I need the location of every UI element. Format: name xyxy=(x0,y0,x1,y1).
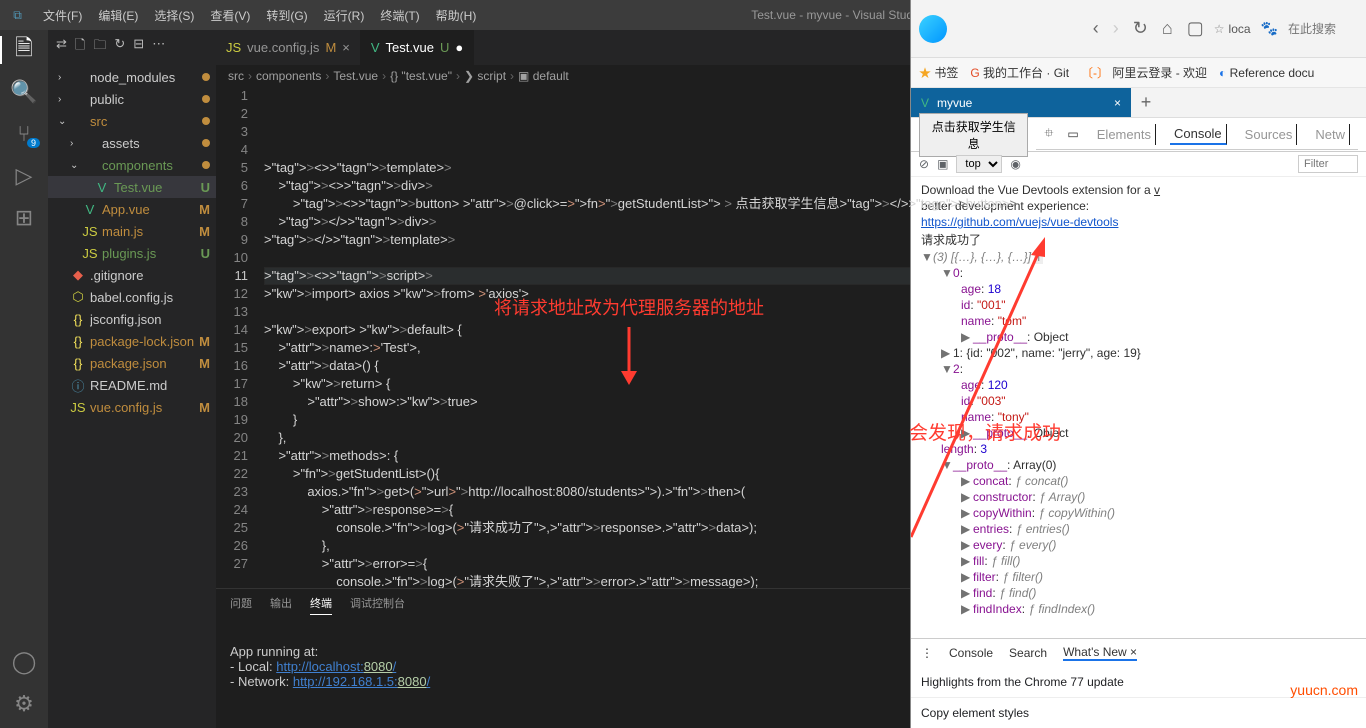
search-input[interactable] xyxy=(1288,22,1358,36)
code-lines[interactable]: 将请求地址改为代理服务器的地址 >"tag">><>>"tagn">>templ… xyxy=(264,87,1366,588)
arrow-icon-2 xyxy=(911,227,1061,547)
reload-icon[interactable]: ↻ xyxy=(1133,18,1148,39)
tree-row[interactable]: ⬡babel.config.js xyxy=(48,286,216,308)
panel-tab[interactable]: 调试控制台 xyxy=(350,595,405,615)
explorer-icon[interactable]: 🗎 xyxy=(12,38,36,62)
device-icon[interactable]: ▭ xyxy=(1067,127,1078,141)
watermark: yuucn.com xyxy=(1290,682,1358,698)
vscode-logo-icon: ⧉ xyxy=(0,8,35,23)
editor-tab[interactable]: VTest.vueU● xyxy=(361,30,474,65)
forward-icon[interactable]: › xyxy=(1113,18,1119,39)
tree-row[interactable]: JSmain.jsM xyxy=(48,220,216,242)
page-content: 点击获取学生信息 ⯐ ▭ ElementsConsoleSourcesNetw xyxy=(911,118,1366,152)
tree-row[interactable]: JSplugins.jsU xyxy=(48,242,216,264)
tree-row[interactable]: ›assets xyxy=(48,132,216,154)
devtools-tab[interactable]: Elements xyxy=(1093,124,1156,145)
panel-tab[interactable]: 输出 xyxy=(270,595,292,615)
menu-item[interactable]: 查看(V) xyxy=(202,7,258,24)
tree-row[interactable]: ⌄src xyxy=(48,110,216,132)
menu-item[interactable]: 终端(T) xyxy=(372,7,427,24)
menu-item[interactable]: 文件(F) xyxy=(35,7,90,24)
bookmark-item[interactable]: G 我的工作台 · Git xyxy=(970,64,1069,81)
settings-gear-icon[interactable]: ⚙ xyxy=(12,692,36,716)
bookmark-item[interactable]: 〔-〕 阿里云登录 - 欢迎 xyxy=(1081,64,1207,81)
menu-item[interactable]: 编辑(E) xyxy=(90,7,146,24)
tree-row[interactable]: VTest.vueU xyxy=(48,176,216,198)
bookmark-item[interactable]: ◐ Reference docu xyxy=(1219,66,1314,80)
back-icon[interactable]: ‹ xyxy=(1093,18,1099,39)
source-control-icon[interactable]: ⑂9 xyxy=(12,122,36,146)
run-debug-icon[interactable]: ▷ xyxy=(12,164,36,188)
tree-row[interactable]: {}jsconfig.json xyxy=(48,308,216,330)
network-url[interactable]: http://192.168.1.5: xyxy=(293,674,398,689)
browser-logo-icon[interactable] xyxy=(919,15,947,43)
home-icon[interactable]: ⌂ xyxy=(1162,18,1173,39)
reader-icon[interactable]: ▢ xyxy=(1187,18,1204,39)
annotation-text-1: 将请求地址改为代理服务器的地址 xyxy=(494,299,764,317)
code-editor[interactable]: 1234567891011121314151617181920212223242… xyxy=(216,87,1366,588)
devtools-header: ⯐ ▭ Elements Console Sources Netw xyxy=(1036,120,1358,150)
close-icon[interactable]: × xyxy=(1130,645,1137,659)
get-student-button[interactable]: 点击获取学生信息 xyxy=(919,113,1028,157)
menu-bar: 文件(F)编辑(E)选择(S)查看(V)转到(G)运行(R)终端(T)帮助(H) xyxy=(35,7,484,24)
menu-item[interactable]: 选择(S) xyxy=(146,7,202,24)
toggle-icon[interactable]: ⇄ xyxy=(56,36,67,58)
collapse-icon[interactable]: ⊟ xyxy=(133,36,144,58)
close-icon[interactable]: × xyxy=(342,40,350,55)
drawer-menu-icon[interactable]: ⋮ xyxy=(921,646,933,660)
highlight-2: Copy element styles xyxy=(911,697,1366,728)
devtools-tab[interactable]: Netw xyxy=(1311,124,1350,145)
more-icon[interactable]: ⋯ xyxy=(152,36,165,58)
tree-row[interactable]: JSvue.config.jsM xyxy=(48,396,216,418)
address-bar[interactable]: ☆ loca xyxy=(1214,22,1251,36)
terminal-line: App running at: xyxy=(230,644,318,659)
inspect-icon[interactable]: ⯐ xyxy=(1044,124,1053,145)
new-tab-button[interactable]: + xyxy=(1131,88,1161,117)
tree-row[interactable]: ⌄components xyxy=(48,154,216,176)
devtools-tab[interactable]: Console xyxy=(1170,124,1227,145)
menu-item[interactable]: 帮助(H) xyxy=(428,7,485,24)
search-icon[interactable]: 🔍 xyxy=(12,80,36,104)
new-folder-icon[interactable]: 🗀 xyxy=(93,36,106,58)
bookmark-item[interactable]: ★ 书签 xyxy=(919,64,958,81)
extensions-icon[interactable]: ⊞ xyxy=(12,206,36,230)
tree-row[interactable]: {}package.jsonM xyxy=(48,352,216,374)
panel-tab[interactable]: 终端 xyxy=(310,595,332,615)
drawer-tab-search[interactable]: Search xyxy=(1009,646,1047,660)
annotation-text-2: 会发现，请求成功 xyxy=(909,418,1061,445)
tree-row[interactable]: ◆.gitignore xyxy=(48,264,216,286)
drawer-tab-whatsnew[interactable]: What's New × xyxy=(1063,645,1137,661)
browser-toolbar: ‹ › ↻ ⌂ ▢ ☆ loca 🐾 xyxy=(911,0,1366,58)
vue-icon: V xyxy=(921,96,929,110)
local-url[interactable]: http://localhost: xyxy=(276,659,363,674)
tree-row[interactable]: {}package-lock.jsonM xyxy=(48,330,216,352)
tree-row[interactable]: ›public xyxy=(48,88,216,110)
devtools-tab[interactable]: Sources xyxy=(1241,124,1298,145)
tree-row[interactable]: ›node_modules xyxy=(48,66,216,88)
account-icon[interactable]: ◯ xyxy=(12,650,36,674)
activity-bar: 🗎 🔍 ⑂9 ▷ ⊞ ◯ ⚙ xyxy=(0,30,48,728)
menu-item[interactable]: 转到(G) xyxy=(258,7,315,24)
tree-row[interactable]: VApp.vueM xyxy=(48,198,216,220)
line-gutter: 1234567891011121314151617181920212223242… xyxy=(216,87,264,588)
file-tree: ›node_modules›public⌄src›assets⌄componen… xyxy=(48,64,216,420)
tree-row[interactable]: ⓘREADME.md xyxy=(48,374,216,396)
editor-tab[interactable]: JSvue.config.jsM× xyxy=(216,30,361,65)
arrow-icon xyxy=(614,327,654,387)
explorer-header: ⇄ 🗋 🗀 ↻ ⊟ ⋯ xyxy=(48,30,216,64)
drawer-tab-console[interactable]: Console xyxy=(949,646,993,660)
refresh-icon[interactable]: ↻ xyxy=(114,36,125,58)
panel-tab[interactable]: 问题 xyxy=(230,595,252,615)
explorer-sidebar: ⇄ 🗋 🗀 ↻ ⊟ ⋯ ›node_modules›public⌄src›ass… xyxy=(48,30,216,728)
star-icon[interactable]: ☆ xyxy=(1214,22,1225,36)
tab-close-icon[interactable]: × xyxy=(1114,96,1121,110)
new-file-icon[interactable]: 🗋 xyxy=(75,36,85,58)
menu-item[interactable]: 运行(R) xyxy=(316,7,373,24)
bookmarks-bar: ★ 书签 G 我的工作台 · Git 〔-〕 阿里云登录 - 欢迎 ◐ Referen… xyxy=(911,58,1366,88)
